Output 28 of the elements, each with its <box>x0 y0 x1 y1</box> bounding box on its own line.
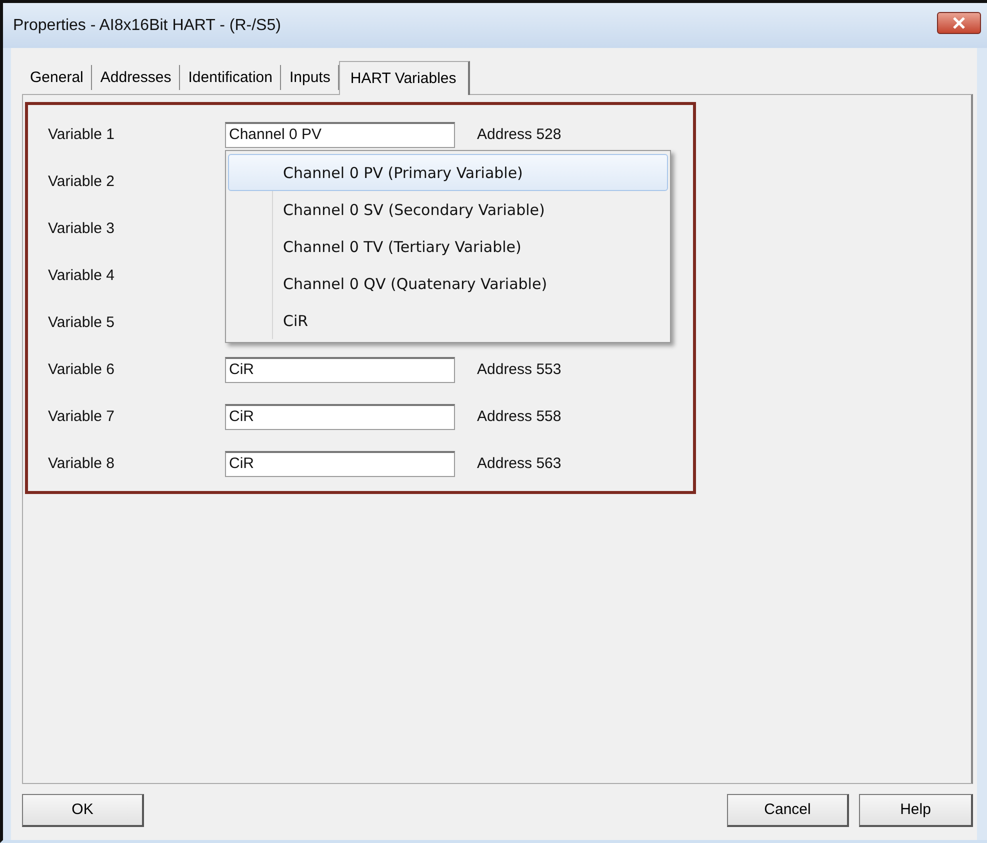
address-label: Address 528 <box>477 126 562 143</box>
variable-field[interactable]: CiR <box>225 404 455 430</box>
window-title: Properties - AI8x16Bit HART - (R-/S5) <box>13 16 282 34</box>
variable-label: Variable 4 <box>47 267 116 284</box>
dropdown-option[interactable]: Channel 0 PV (Primary Variable) <box>228 154 668 191</box>
variable-label: Variable 2 <box>47 173 116 190</box>
variable-label: Variable 6 <box>47 361 116 378</box>
close-button[interactable] <box>937 12 981 34</box>
variable-field[interactable]: CiR <box>225 356 455 382</box>
dropdown-option[interactable]: Channel 0 SV (Secondary Variable) <box>228 191 668 228</box>
variable-label: Variable 8 <box>47 455 116 472</box>
address-label: Address 558 <box>477 408 562 425</box>
close-icon <box>952 16 966 28</box>
variable-label: Variable 3 <box>47 220 116 237</box>
variable-label: Variable 7 <box>47 408 116 425</box>
variable-label: Variable 1 <box>47 126 116 143</box>
dropdown-option[interactable]: Channel 0 TV (Tertiary Variable) <box>228 228 668 265</box>
cancel-button[interactable]: Cancel <box>727 794 849 826</box>
ok-button[interactable]: OK <box>22 794 144 826</box>
address-label: Address 553 <box>477 361 562 378</box>
help-button[interactable]: Help <box>859 794 973 826</box>
address-label: Address 563 <box>477 455 562 472</box>
dropdown-option[interactable]: Channel 0 QV (Quatenary Variable) <box>228 265 668 302</box>
variable-field[interactable]: Channel 0 PV <box>225 122 455 148</box>
dropdown-option[interactable]: CiR <box>228 302 668 339</box>
variable-label: Variable 5 <box>47 314 116 331</box>
tab[interactable]: HART Variables <box>339 61 470 95</box>
variable-field[interactable]: CiR <box>225 450 455 476</box>
